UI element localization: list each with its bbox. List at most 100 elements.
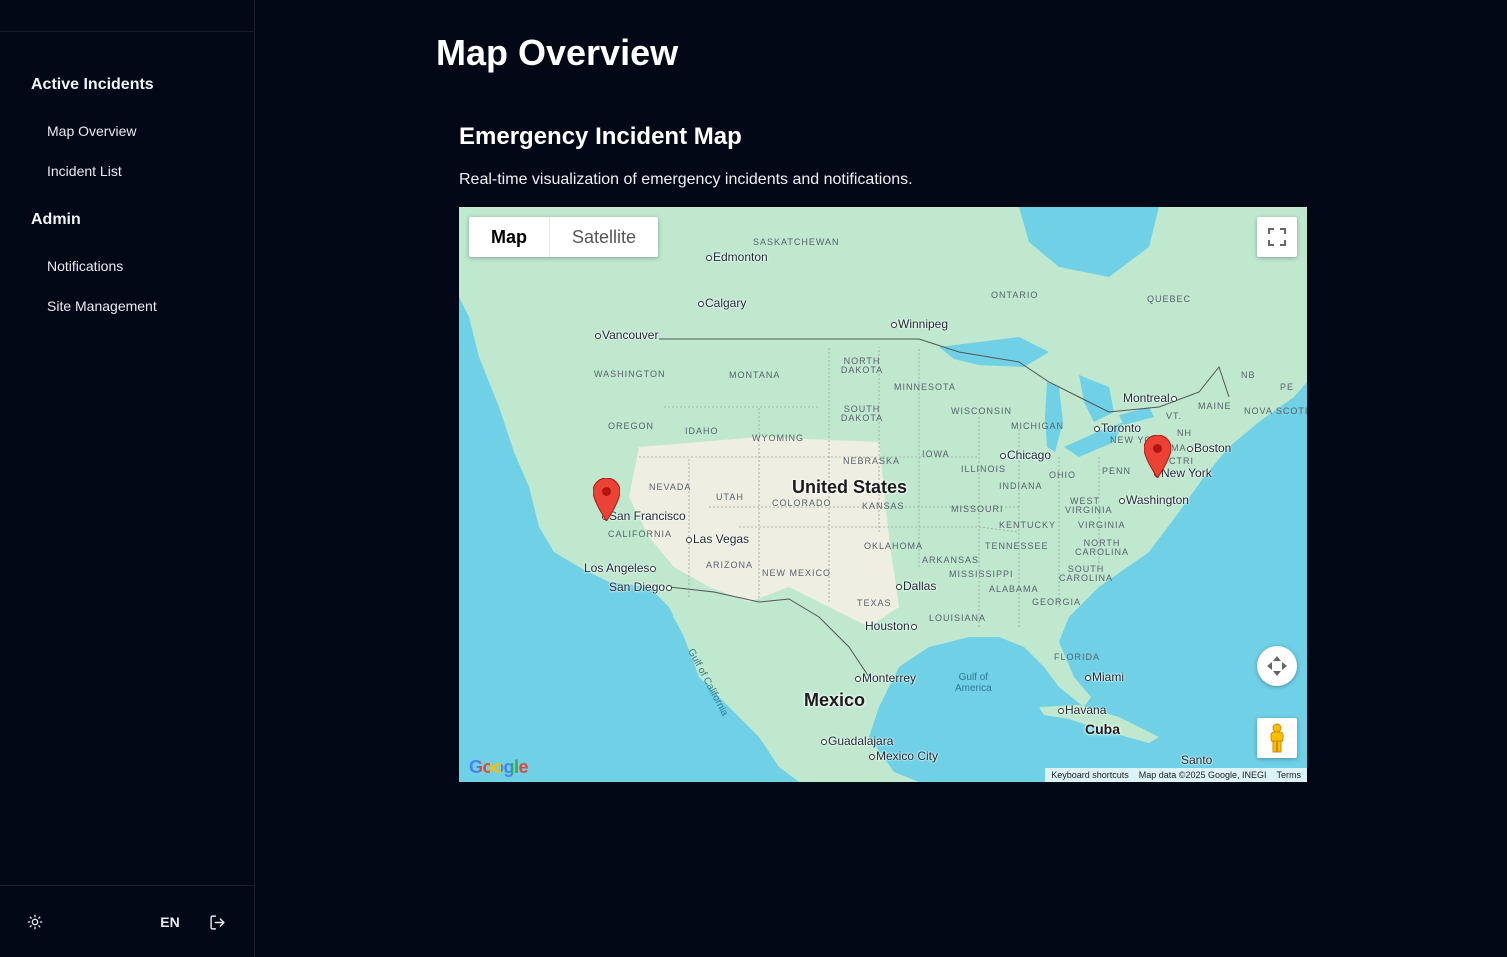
map-label-region: VIRGINIA: [1078, 520, 1126, 530]
map-label-region: IOWA: [922, 449, 950, 459]
google-logo: Google: [469, 757, 529, 778]
map-label-region: WASHINGTON: [594, 369, 666, 379]
map-label-region: WEST VIRGINIA: [1065, 496, 1113, 515]
sidebar-footer: EN: [0, 885, 254, 957]
map-label-region: OREGON: [608, 421, 655, 431]
map-label-region: UTAH: [716, 492, 744, 502]
map-label-city: Boston: [1187, 441, 1231, 455]
map-label-mexico: Mexico: [804, 690, 866, 710]
map-label-region: TENNESSEE: [985, 541, 1049, 551]
fullscreen-button[interactable]: [1257, 217, 1297, 257]
map-label-region: NEW MEXICO: [762, 568, 832, 578]
sidebar-nav: Active Incidents Map Overview Incident L…: [0, 32, 254, 316]
map-label-city: Calgary: [698, 296, 746, 310]
map-label-city: San Diego: [609, 580, 673, 594]
logout-button[interactable]: [207, 912, 227, 932]
map-label-city: Toronto: [1094, 421, 1141, 435]
sidebar-item-notifications[interactable]: Notifications: [0, 256, 254, 276]
card-description: Real-time visualization of emergency inc…: [459, 171, 913, 188]
map-label-city: Montreal: [1123, 391, 1178, 405]
incident-marker-san-francisco[interactable]: [593, 478, 620, 521]
map-label-region: MISSOURI: [951, 504, 1004, 514]
map-label-region: SASKATCHEWAN: [753, 237, 840, 247]
map-label-region: ALABAMA: [989, 584, 1039, 594]
map-label-region: NEBRASKA: [843, 456, 901, 466]
map-label-city: Guadalajara: [821, 734, 893, 748]
map-label-region: PENN: [1102, 466, 1132, 476]
page-title: Map Overview: [436, 32, 679, 73]
sidebar-topbar: [0, 0, 254, 32]
map-type-satellite-button[interactable]: Satellite: [549, 217, 658, 257]
map-label-region: WISCONSIN: [951, 406, 1013, 416]
sidebar-item-site-management[interactable]: Site Management: [0, 296, 254, 316]
map-label-region: MISSISSIPPI: [949, 569, 1014, 579]
camera-control-button[interactable]: [1257, 646, 1297, 686]
map-label-region: KENTUCKY: [999, 520, 1057, 530]
google-logo-text: Google: [469, 757, 529, 777]
app-root: Active Incidents Map Overview Incident L…: [0, 0, 1507, 957]
map-type-map-button[interactable]: Map: [469, 217, 549, 257]
map-label-region: COLORADO: [772, 498, 832, 508]
map-label-united-states: United States: [792, 477, 908, 497]
card-title: Emergency Incident Map: [459, 123, 742, 150]
map-label-region: OHIO: [1049, 470, 1077, 480]
map-label-region: LOUISIANA: [929, 613, 987, 623]
map-label-region: SOUTH DAKOTA: [840, 404, 884, 423]
map-label-cuba: Cuba: [1085, 721, 1120, 737]
map-label-city: Vancouver: [595, 328, 658, 342]
map-label-city: Edmonton: [706, 250, 768, 264]
sidebar-item-incident-list[interactable]: Incident List: [0, 161, 254, 181]
sun-icon: [27, 914, 43, 930]
map-label-region: NEVADA: [649, 482, 692, 492]
map-label-city: Mexico City: [869, 749, 938, 763]
map-label-city: Las Vegas: [686, 532, 749, 546]
logout-icon: [209, 914, 225, 930]
map-label-region: ONTARIO: [991, 290, 1039, 300]
sidebar: Active Incidents Map Overview Incident L…: [0, 0, 255, 957]
map-attribution: Keyboard shortcuts Map data ©2025 Google…: [1045, 768, 1307, 782]
nav-group-admin: Admin: [31, 211, 81, 228]
map-label-region: VT.: [1166, 411, 1183, 421]
map-label-region: OKLAHOMA: [864, 541, 924, 551]
map-label-region: GEORGIA: [1032, 597, 1082, 607]
map-label-region: FLORIDA: [1054, 652, 1101, 662]
map-type-control: Map Satellite: [469, 217, 659, 257]
map-label-region: NOVA SCOTIA: [1244, 406, 1307, 416]
map-label-city: Houston: [865, 619, 918, 633]
incident-marker-new-york[interactable]: [1144, 435, 1171, 478]
map-label-region: KANSAS: [862, 501, 905, 511]
map-label-region: INDIANA: [999, 481, 1043, 491]
map-label-region: ARKANSAS: [922, 555, 980, 565]
map-label-city: Chicago: [1000, 448, 1051, 462]
map-label-region: CALIFORNIA: [608, 529, 673, 539]
map-label-region: NORTH DAKOTA: [840, 356, 884, 375]
map-label-region: WYOMING: [752, 433, 804, 443]
map-label-gulf: Gulf of America: [955, 672, 992, 694]
map-label-city: Miami: [1085, 670, 1124, 684]
map-label-city: Santo: [1181, 753, 1213, 767]
map-label-city: Winnipeg: [891, 317, 948, 331]
pegman-icon: [1270, 723, 1284, 753]
map-label-region: TEXAS: [857, 598, 892, 608]
map-label-region: MAINE: [1198, 401, 1232, 411]
incident-map[interactable]: United States Mexico Cuba Gulf of Americ…: [459, 207, 1307, 782]
terms-link[interactable]: Terms: [1277, 770, 1302, 780]
sidebar-item-map-overview[interactable]: Map Overview: [0, 121, 254, 141]
map-label-city: Monterrey: [855, 671, 916, 685]
map-label-region: NORTH CAROLINA: [1074, 538, 1129, 557]
map-label-region: ILLINOIS: [961, 464, 1007, 474]
map-label-region: PE: [1280, 382, 1295, 392]
theme-toggle-button[interactable]: [25, 912, 45, 932]
keyboard-shortcuts-link[interactable]: Keyboard shortcuts: [1051, 770, 1129, 780]
map-label-region: NH: [1177, 428, 1192, 438]
map-label-region: NB: [1241, 370, 1256, 380]
street-view-button[interactable]: [1257, 718, 1297, 758]
map-label-region: RI: [1183, 456, 1194, 466]
fullscreen-icon: [1268, 228, 1286, 246]
map-label-region: ARIZONA: [706, 560, 754, 570]
map-label-region: CT: [1169, 456, 1183, 466]
camera-move-icon: [1267, 656, 1287, 676]
language-button[interactable]: EN: [156, 912, 184, 932]
map-label-region: MINNESOTA: [894, 382, 956, 392]
map-label-city: Havana: [1058, 703, 1106, 717]
